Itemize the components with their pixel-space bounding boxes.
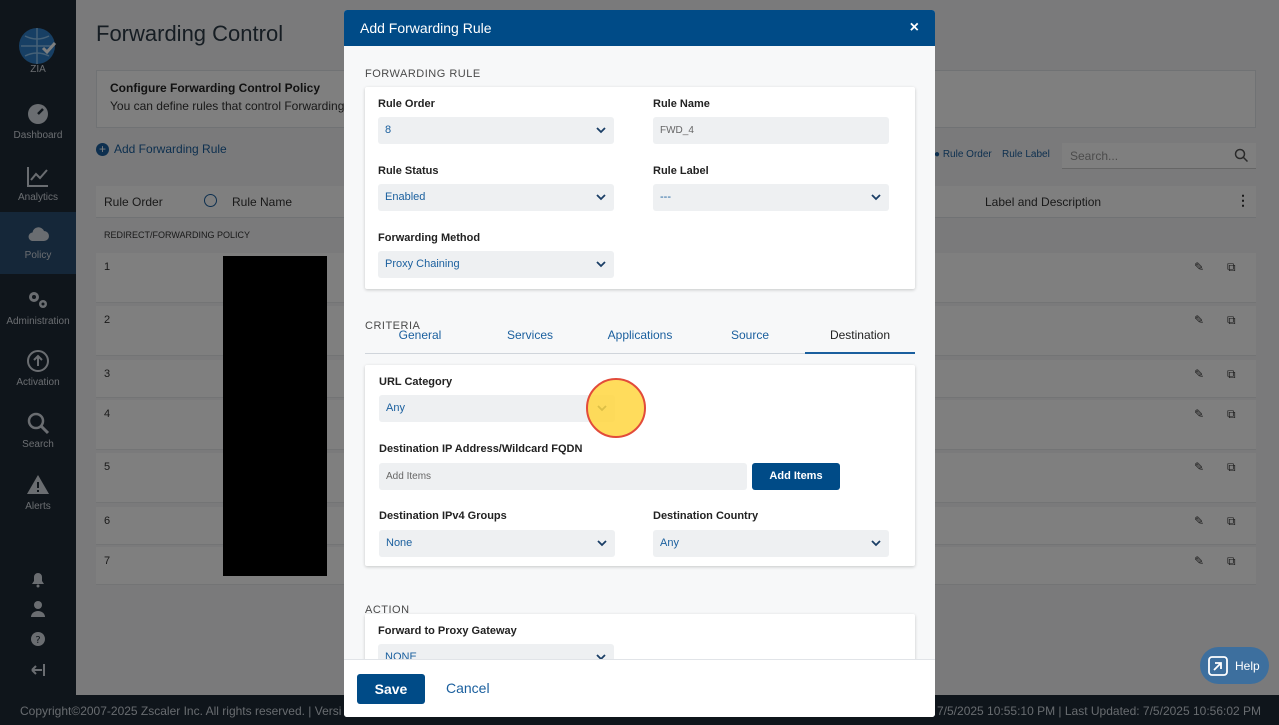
- tab-source[interactable]: Source: [695, 328, 805, 354]
- modal-header: Add Forwarding Rule ×: [344, 10, 935, 46]
- rule-label-select[interactable]: ---: [653, 184, 889, 211]
- cursor-highlight: [586, 378, 646, 438]
- chevron-down-icon: [871, 194, 881, 201]
- modal-body[interactable]: FORWARDING RULE Rule Order 8 Rule Name F…: [344, 46, 935, 659]
- rule-label-label: Rule Label: [653, 165, 709, 177]
- add-items-button[interactable]: Add Items: [752, 463, 840, 490]
- url-category-value: Any: [386, 402, 405, 414]
- tab-destination[interactable]: Destination: [805, 328, 915, 354]
- tab-general[interactable]: General: [365, 328, 475, 354]
- rule-name-input[interactable]: FWD_4: [653, 117, 889, 144]
- destination-ip-input[interactable]: Add Items: [379, 463, 747, 490]
- destination-country-select[interactable]: Any: [653, 530, 889, 557]
- action-card: Forward to Proxy Gateway NONE: [365, 614, 915, 659]
- help-label: Help: [1235, 659, 1260, 673]
- chevron-down-icon: [596, 127, 606, 134]
- chevron-down-icon: [596, 654, 606, 659]
- tab-services[interactable]: Services: [475, 328, 585, 354]
- proxy-gateway-select[interactable]: NONE: [378, 644, 614, 659]
- forwarding-method-select[interactable]: Proxy Chaining: [378, 251, 614, 278]
- proxy-gateway-label: Forward to Proxy Gateway: [378, 625, 517, 637]
- rule-order-label: Rule Order: [378, 98, 435, 110]
- help-button[interactable]: Help: [1200, 647, 1269, 684]
- chevron-down-icon: [597, 540, 607, 547]
- rule-label-value: ---: [660, 191, 671, 203]
- rule-status-select[interactable]: Enabled: [378, 184, 614, 211]
- criteria-tabs: General Services Applications Source Des…: [365, 328, 915, 354]
- chevron-down-icon: [871, 540, 881, 547]
- chevron-down-icon: [596, 194, 606, 201]
- forwarding-rule-section-title: FORWARDING RULE: [365, 68, 481, 80]
- forwarding-method-value: Proxy Chaining: [385, 258, 460, 270]
- ipv4-groups-label: Destination IPv4 Groups: [379, 510, 507, 522]
- url-category-select[interactable]: Any: [379, 395, 615, 422]
- ipv4-groups-select[interactable]: None: [379, 530, 615, 557]
- forwarding-rule-card: Rule Order 8 Rule Name FWD_4 Rule Status…: [365, 87, 915, 289]
- ipv4-groups-value: None: [386, 537, 413, 549]
- destination-country-value: Any: [660, 537, 679, 549]
- rule-order-value: 8: [385, 124, 392, 136]
- rule-name-label: Rule Name: [653, 98, 710, 110]
- destination-ip-label: Destination IP Address/Wildcard FQDN: [379, 443, 583, 455]
- destination-card: URL Category Any Destination IP Address/…: [365, 365, 915, 566]
- modal-footer: Save Cancel: [344, 659, 935, 717]
- url-category-label: URL Category: [379, 376, 453, 388]
- modal-title: Add Forwarding Rule: [360, 20, 492, 36]
- chevron-down-icon: [596, 261, 606, 268]
- rule-status-value: Enabled: [385, 191, 426, 203]
- rule-status-label: Rule Status: [378, 165, 439, 177]
- rule-order-select[interactable]: 8: [378, 117, 614, 144]
- close-icon[interactable]: ×: [910, 19, 919, 37]
- cancel-button[interactable]: Cancel: [446, 680, 490, 696]
- proxy-gateway-value: NONE: [385, 651, 417, 659]
- tab-applications[interactable]: Applications: [585, 328, 695, 354]
- help-widget-icon: [1208, 656, 1228, 676]
- add-forwarding-rule-modal: Add Forwarding Rule × FORWARDING RULE Ru…: [344, 10, 935, 717]
- save-button[interactable]: Save: [357, 674, 425, 704]
- destination-country-label: Destination Country: [653, 510, 759, 522]
- forwarding-method-label: Forwarding Method: [378, 232, 481, 244]
